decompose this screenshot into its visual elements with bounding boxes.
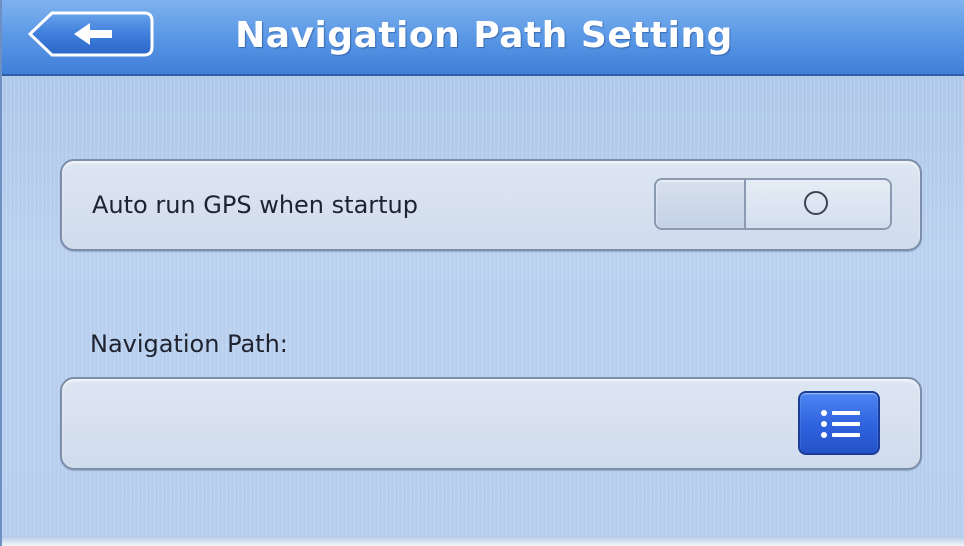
navigation-path-field [60, 377, 922, 470]
header-bar: Navigation Path Setting [2, 0, 964, 76]
navigation-path-input[interactable] [92, 379, 796, 469]
auto-run-gps-toggle[interactable] [654, 178, 892, 230]
circle-icon [804, 191, 828, 215]
navigation-path-setting-screen: Navigation Path Setting Auto run GPS whe… [0, 0, 964, 546]
auto-run-gps-label: Auto run GPS when startup [92, 191, 418, 219]
toggle-on-segment[interactable] [656, 180, 746, 228]
back-arrow-icon [28, 11, 154, 57]
auto-run-gps-row: Auto run GPS when startup [60, 159, 922, 251]
browse-path-button[interactable] [798, 391, 880, 455]
back-button[interactable] [28, 11, 154, 57]
toggle-off-segment[interactable] [746, 180, 890, 228]
screen-bottom-edge [2, 536, 964, 546]
navigation-path-label: Navigation Path: [90, 330, 288, 358]
list-icon [821, 410, 860, 438]
